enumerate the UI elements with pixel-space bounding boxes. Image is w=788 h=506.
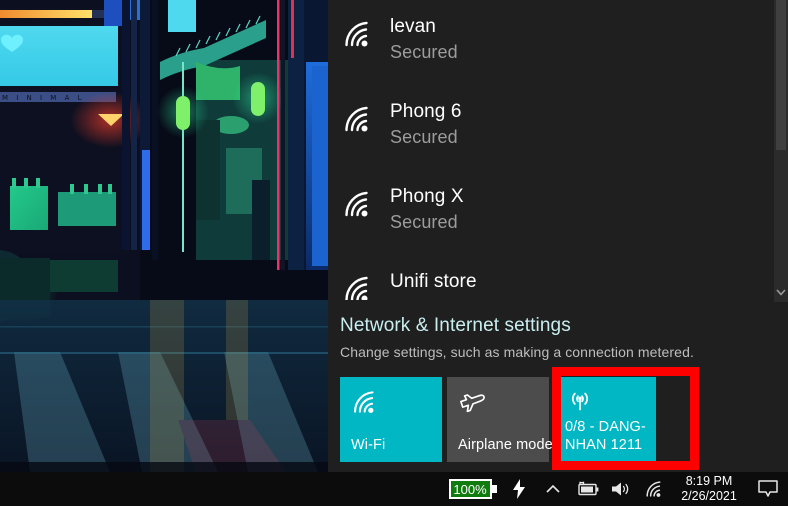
available-networks-list[interactable]: levan Secured Phong 6 Secured Phong X Se…: [328, 0, 774, 300]
network-name: Phong 6: [390, 101, 462, 122]
wifi-icon: [342, 188, 376, 220]
network-list-scrollbar[interactable]: [774, 0, 788, 302]
wifi-icon: [351, 388, 434, 416]
tile-label-mobile-hotspot: 0/8 - DANG-NHAN 1211: [565, 419, 646, 453]
network-status: Secured: [390, 212, 458, 232]
airplane-icon: [458, 388, 541, 416]
network-item[interactable]: Phong X Secured: [328, 170, 774, 255]
quick-action-tiles: Wi-Fi Airplane mode 0/8 - DANG-NHAN 1211: [340, 367, 699, 470]
network-text: levan Secured: [390, 10, 458, 64]
wifi-icon: [342, 18, 376, 50]
network-status: Secured: [390, 42, 458, 62]
wallpaper-art: M I N I M A L: [0, 0, 330, 506]
taskbar-clock[interactable]: 8:19 PM 2/26/2021: [672, 474, 748, 504]
clock-date: 2/26/2021: [681, 489, 737, 503]
network-name: Phong X: [390, 186, 464, 207]
battery-percent-text: 100%: [453, 482, 487, 497]
tile-mobile-hotspot[interactable]: 0/8 - DANG-NHAN 1211: [554, 377, 656, 462]
wifi-icon: [342, 273, 376, 300]
taskbar: 100% 8:19 PM 2/26/2021: [0, 472, 788, 506]
network-item[interactable]: Unifi store: [328, 255, 774, 300]
scrollbar-thumb[interactable]: [776, 0, 786, 150]
speaker-icon[interactable]: [604, 472, 638, 506]
hotspot-icon: [565, 388, 648, 416]
tile-label-airplane-mode: Airplane mode: [458, 437, 553, 453]
network-item[interactable]: levan Secured: [328, 0, 774, 85]
power-bolt-icon[interactable]: [502, 472, 536, 506]
network-text: Phong X Secured: [390, 180, 464, 234]
network-name: levan: [390, 16, 436, 37]
clock-time: 8:19 PM: [685, 474, 733, 488]
battery-percent-badge[interactable]: 100%: [446, 472, 502, 506]
tile-wifi[interactable]: Wi-Fi: [340, 377, 442, 462]
svg-text:M I N I M A L: M I N I M A L: [2, 94, 84, 102]
battery-charging-icon[interactable]: [570, 472, 604, 506]
network-settings-description: Change settings, such as making a connec…: [340, 344, 694, 360]
network-item[interactable]: Phong 6 Secured: [328, 85, 774, 170]
screen: M I N I M A L levan Secured Phong 6 Secu…: [0, 0, 788, 506]
desktop-wallpaper[interactable]: M I N I M A L: [0, 0, 330, 506]
tile-airplane-mode[interactable]: Airplane mode: [447, 377, 553, 462]
network-settings-title: Network & Internet settings: [340, 315, 571, 336]
chevron-up-icon[interactable]: [536, 472, 570, 506]
system-tray: 100% 8:19 PM 2/26/2021: [446, 472, 788, 506]
network-flyout-panel: levan Secured Phong 6 Secured Phong X Se…: [328, 0, 788, 472]
action-center-icon[interactable]: [748, 472, 788, 506]
tile-label-wifi: Wi-Fi: [351, 437, 386, 453]
wifi-tray-icon[interactable]: [638, 472, 672, 506]
network-status: Secured: [390, 127, 458, 147]
network-text: Unifi store: [390, 265, 477, 295]
wifi-icon: [342, 103, 376, 135]
chevron-down-icon[interactable]: [774, 284, 788, 300]
network-text: Phong 6 Secured: [390, 95, 462, 149]
network-name: Unifi store: [390, 271, 477, 292]
network-settings-link[interactable]: Network & Internet settings Change setti…: [340, 313, 760, 362]
